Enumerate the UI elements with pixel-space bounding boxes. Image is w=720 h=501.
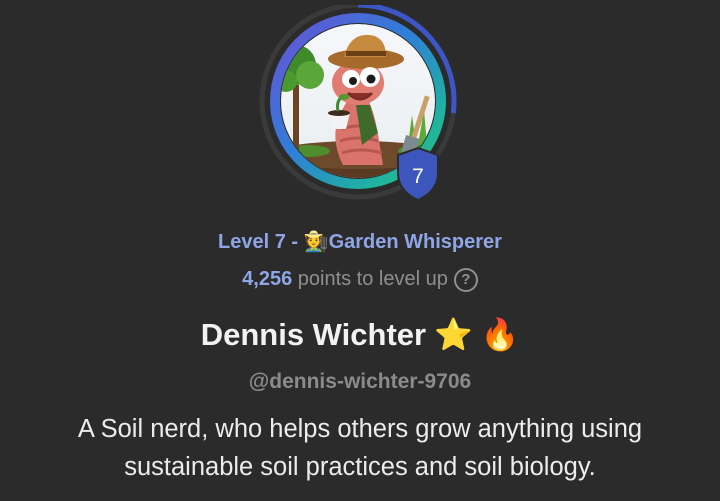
star-icon: ⭐	[434, 317, 473, 352]
points-to-level: 4,256 points to level up?	[0, 266, 720, 292]
profile-card: 7 Level 7 - 🧑‍🌾Garden Whisperer 4,256 po…	[0, 0, 720, 501]
farmer-emoji-icon: 🧑‍🌾	[303, 231, 329, 253]
points-value: 4,256	[242, 268, 293, 290]
shield-icon: 7	[397, 146, 439, 201]
fire-icon: 🔥	[480, 317, 520, 352]
level-title: Level 7 - 🧑‍🌾Garden Whisperer	[0, 229, 720, 255]
user-name: Dennis Wichter	[200, 317, 427, 352]
level-prefix: Level 7 -	[218, 231, 304, 253]
level-name: Garden Whisperer	[328, 231, 502, 253]
avatar-graphic: 7	[259, 5, 457, 201]
user-handle[interactable]: @dennis-wichter-9706	[0, 368, 720, 396]
user-name-row: Dennis Wichter ⭐ 🔥	[0, 315, 720, 355]
points-label: points to level up	[292, 268, 448, 290]
level-badge-number: 7	[412, 165, 424, 188]
question-circle-icon[interactable]: ?	[453, 268, 478, 292]
avatar[interactable]: 7	[258, 5, 464, 201]
user-bio: A Soil nerd, who helps others grow anyth…	[77, 415, 643, 481]
